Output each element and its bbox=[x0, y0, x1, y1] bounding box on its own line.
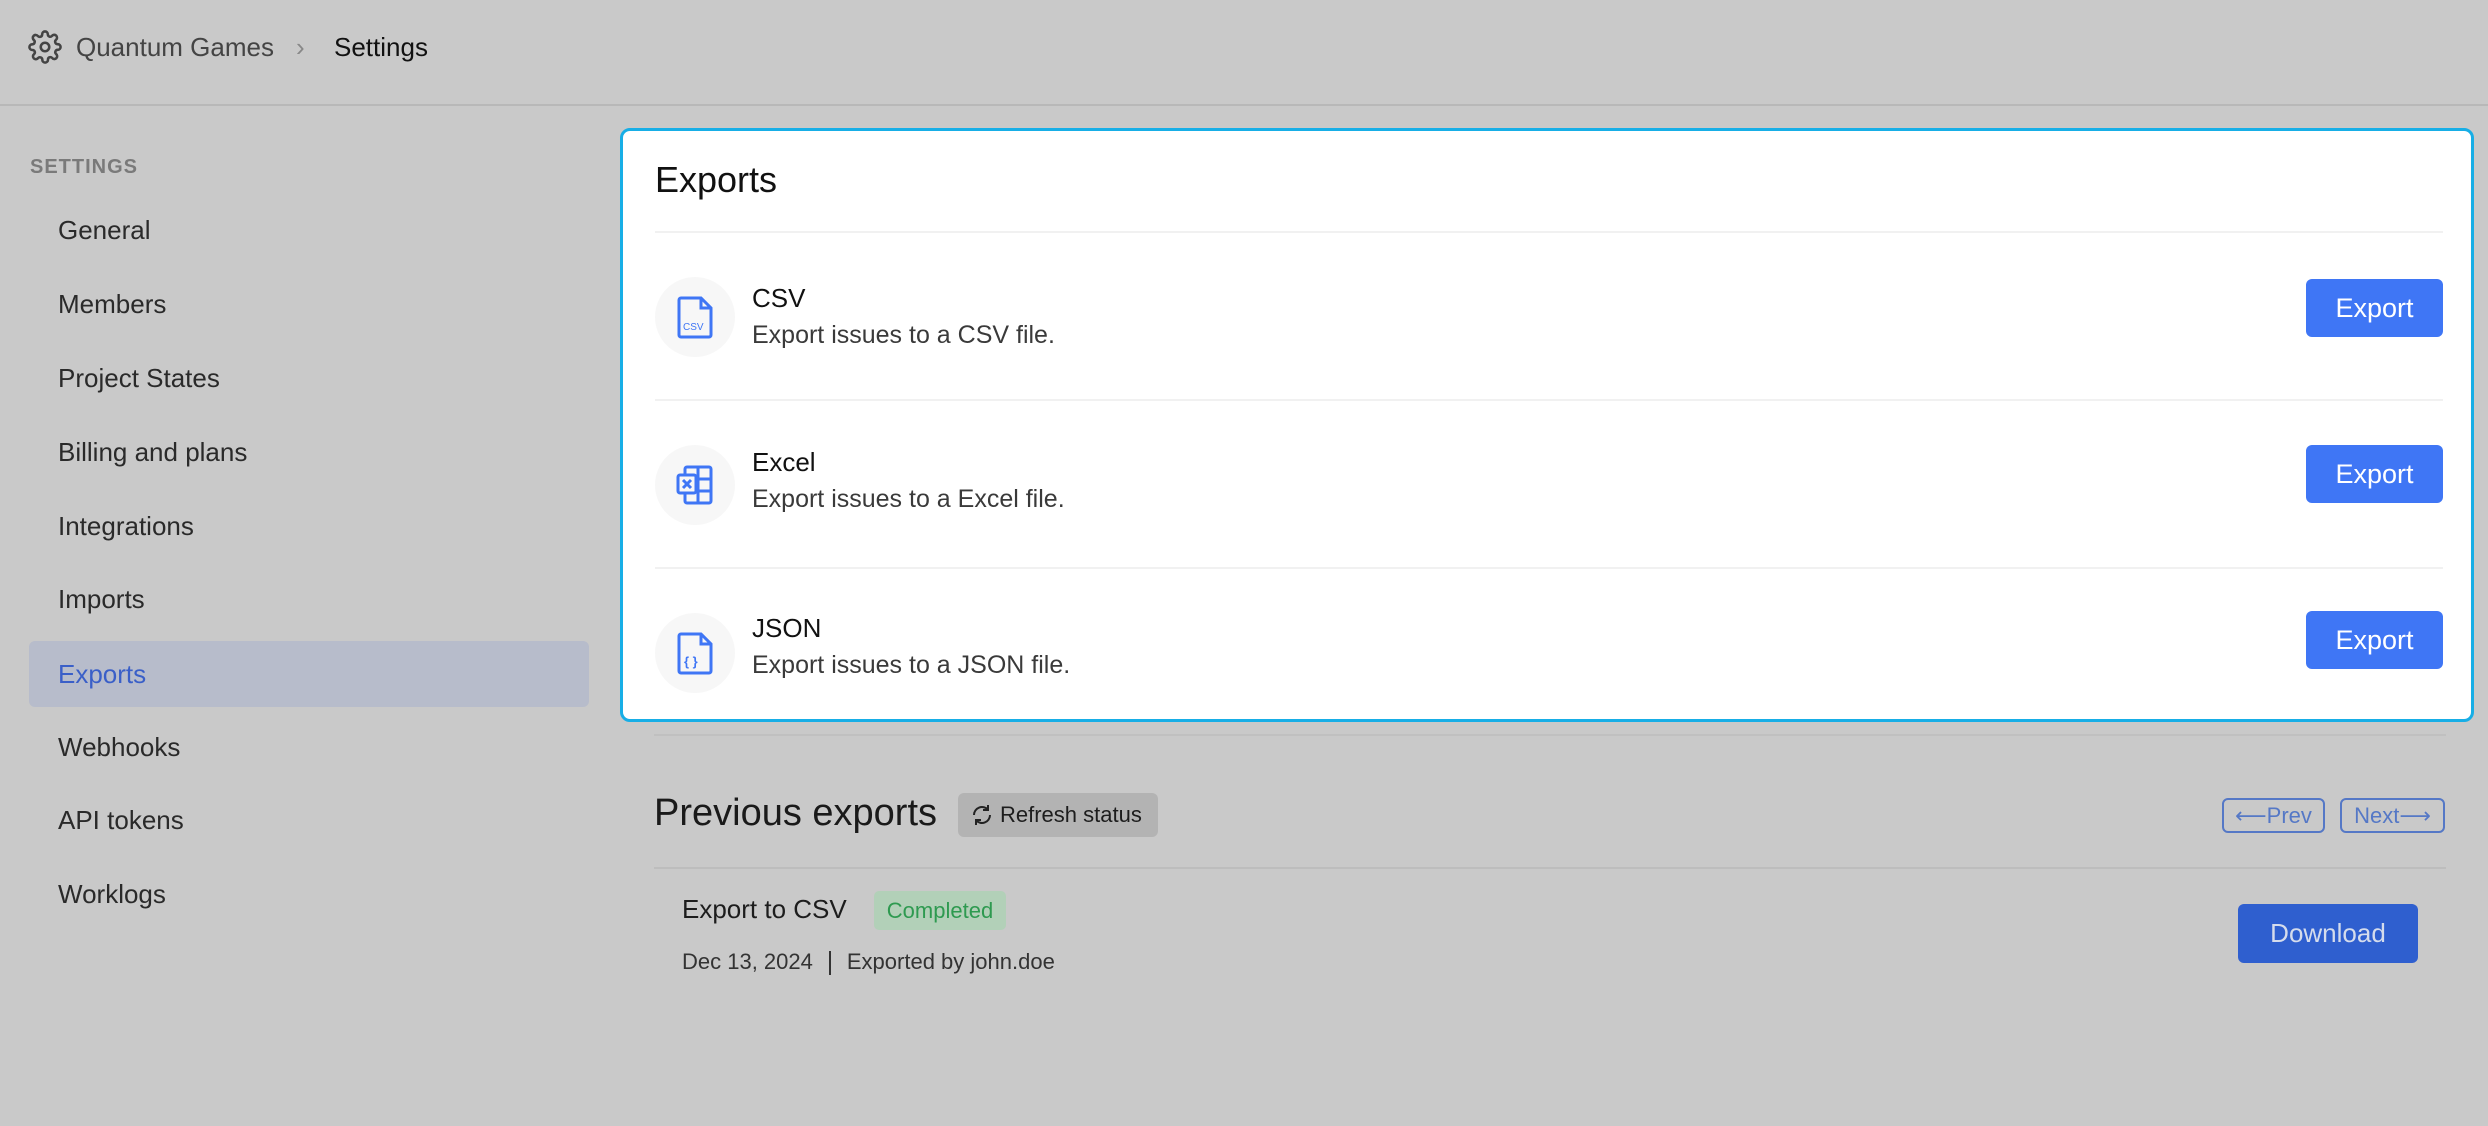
export-date: Dec 13, 2024 bbox=[682, 949, 813, 974]
sidebar-item-api-tokens[interactable]: API tokens bbox=[29, 787, 589, 853]
top-header: Quantum Games › Settings bbox=[0, 0, 2488, 106]
export-description: Export issues to a CSV file. bbox=[752, 321, 1055, 350]
excel-file-icon bbox=[655, 445, 735, 525]
export-csv-button[interactable]: Export bbox=[2306, 279, 2443, 337]
breadcrumb-workspace[interactable]: Quantum Games bbox=[76, 30, 274, 64]
next-page-button[interactable]: Next⟶ bbox=[2340, 798, 2445, 833]
refresh-status-label: Refresh status bbox=[1000, 802, 1142, 827]
sidebar-item-worklogs[interactable]: Worklogs bbox=[29, 861, 589, 927]
sidebar-item-project-states[interactable]: Project States bbox=[29, 345, 589, 411]
export-title: Excel bbox=[752, 447, 816, 478]
sidebar-item-integrations[interactable]: Integrations bbox=[29, 493, 589, 559]
divider bbox=[829, 951, 831, 975]
chevron-right-icon: › bbox=[296, 30, 305, 64]
exported-by: Exported by john.doe bbox=[847, 949, 1055, 974]
export-row-excel: Excel Export issues to a Excel file. Exp… bbox=[623, 401, 2471, 569]
sidebar-title: SETTINGS bbox=[30, 156, 138, 179]
prev-page-button[interactable]: ⟵Prev bbox=[2222, 798, 2325, 833]
divider bbox=[654, 867, 2446, 869]
refresh-status-button[interactable]: Refresh status bbox=[958, 793, 1158, 837]
breadcrumb-current: Settings bbox=[334, 30, 428, 64]
export-meta: Dec 13, 2024 Exported by john.doe bbox=[682, 949, 1055, 975]
exports-title: Exports bbox=[655, 159, 777, 201]
status-badge: Completed bbox=[874, 891, 1006, 930]
exports-panel: Exports CSV CSV Export issues to a CSV f… bbox=[620, 128, 2474, 722]
sidebar-item-general[interactable]: General bbox=[29, 197, 589, 263]
sidebar-item-webhooks[interactable]: Webhooks bbox=[29, 714, 589, 780]
gear-icon bbox=[28, 30, 62, 64]
csv-file-icon: CSV bbox=[655, 277, 735, 357]
export-description: Export issues to a JSON file. bbox=[752, 651, 1070, 680]
previous-exports-title: Previous exports bbox=[654, 792, 937, 835]
export-title: CSV bbox=[752, 283, 805, 314]
export-excel-button[interactable]: Export bbox=[2306, 445, 2443, 503]
sidebar-item-billing[interactable]: Billing and plans bbox=[29, 419, 589, 485]
json-file-icon: { } bbox=[655, 613, 735, 693]
refresh-icon bbox=[970, 803, 994, 827]
svg-text:CSV: CSV bbox=[683, 322, 704, 333]
sidebar-item-imports[interactable]: Imports bbox=[29, 566, 589, 632]
download-button[interactable]: Download bbox=[2238, 904, 2418, 963]
export-title: JSON bbox=[752, 613, 821, 644]
divider bbox=[654, 734, 2446, 736]
svg-text:{ }: { } bbox=[684, 654, 698, 669]
export-description: Export issues to a Excel file. bbox=[752, 485, 1065, 514]
sidebar-item-exports[interactable]: Exports bbox=[29, 641, 589, 707]
export-name: Export to CSV bbox=[682, 894, 847, 925]
export-json-button[interactable]: Export bbox=[2306, 611, 2443, 669]
export-row-csv: CSV CSV Export issues to a CSV file. Exp… bbox=[623, 233, 2471, 401]
sidebar-item-members[interactable]: Members bbox=[29, 271, 589, 337]
export-row-json: { } JSON Export issues to a JSON file. E… bbox=[623, 569, 2471, 737]
